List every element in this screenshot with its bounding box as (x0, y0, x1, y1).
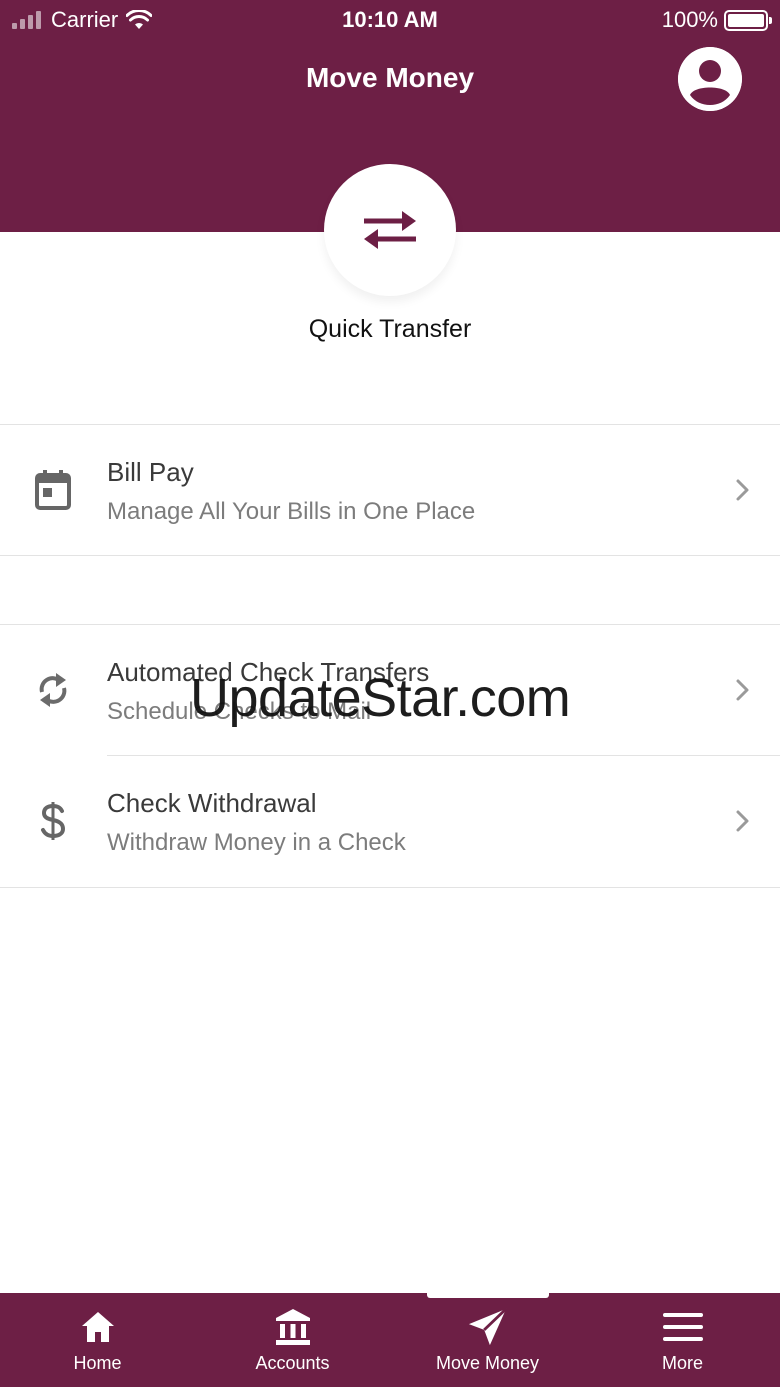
tab-accounts[interactable]: Accounts (195, 1293, 390, 1387)
swap-arrows-icon (364, 211, 416, 249)
menu-item-title: Bill Pay (107, 457, 194, 487)
send-icon (468, 1307, 508, 1347)
divider (0, 555, 780, 556)
calendar-icon (32, 469, 74, 511)
watermark: UpdateStar.com (190, 668, 571, 728)
menu-item-subtitle: Manage All Your Bills in One Place (107, 498, 476, 525)
chevron-right-icon (736, 679, 749, 701)
tab-bar: Home Accounts Move Money More (0, 1293, 780, 1387)
dollar-icon (32, 800, 74, 842)
tab-label: Move Money (435, 1353, 540, 1373)
page-title: Move Money (305, 62, 475, 93)
status-bar: Carrier 10:10 AM 100% (0, 0, 780, 40)
tab-more[interactable]: More (585, 1293, 780, 1387)
bank-icon (273, 1307, 313, 1347)
home-icon (78, 1307, 118, 1347)
divider (0, 887, 780, 888)
profile-button[interactable] (678, 47, 742, 111)
battery-icon (724, 9, 772, 31)
tab-label: More (661, 1353, 703, 1373)
menu-item-check-withdrawal[interactable]: Check Withdrawal Withdraw Money in a Che… (0, 756, 780, 886)
chevron-right-icon (736, 479, 749, 501)
active-tab-indicator (427, 1292, 549, 1298)
quick-transfer-label: Quick Transfer (308, 315, 472, 343)
menu-item-subtitle: Withdraw Money in a Check (107, 829, 406, 856)
account-circle-icon (678, 47, 742, 111)
menu-item-bill-pay[interactable]: Bill Pay Manage All Your Bills in One Pl… (0, 425, 780, 555)
menu-item-title: Check Withdrawal (107, 788, 317, 818)
tab-move-money[interactable]: Move Money (390, 1293, 585, 1387)
chevron-right-icon (736, 810, 749, 832)
battery-percent: 100% (661, 7, 718, 32)
quick-transfer-button[interactable] (324, 164, 456, 296)
menu-icon (662, 1307, 703, 1347)
refresh-icon (32, 669, 74, 711)
status-right: 100% (661, 7, 772, 33)
tab-label: Accounts (255, 1353, 330, 1373)
tab-home[interactable]: Home (0, 1293, 195, 1387)
tab-label: Home (73, 1353, 122, 1373)
